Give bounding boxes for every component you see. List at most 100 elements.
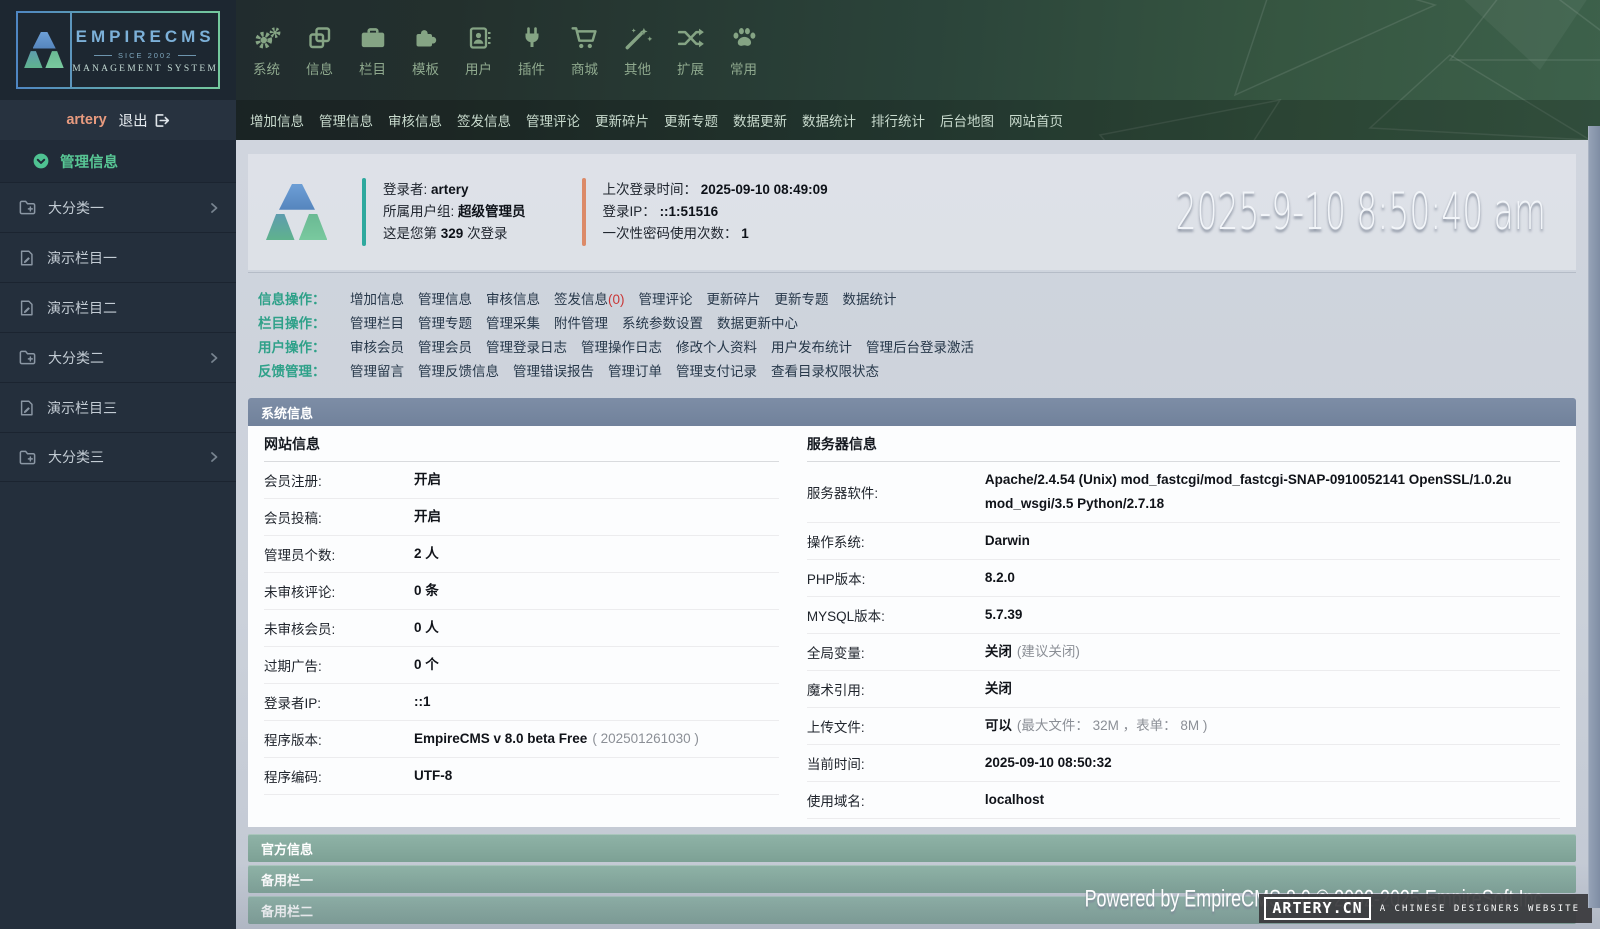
op-link[interactable]: 管理专题 — [418, 312, 472, 332]
nav-item-mall[interactable]: 商城 — [558, 25, 611, 78]
op-link[interactable]: 数据统计 — [843, 288, 897, 308]
sidebar-item-category-3[interactable]: 大分类三 — [0, 432, 236, 482]
subnav-item-site-home[interactable]: 网站首页 — [1009, 110, 1063, 130]
panel-separator — [248, 272, 1576, 273]
table-row: 会员注册:开启 — [264, 462, 779, 499]
op-link[interactable]: 增加信息 — [350, 288, 404, 308]
cart-icon — [570, 25, 600, 51]
system-info-header: 系统信息 — [248, 398, 1576, 426]
table-row: 魔术引用:关闭 — [807, 671, 1560, 708]
sidebar: 管理信息 大分类一 演示栏目一 演示栏目二 大分类二 演示栏目三 大分类三 — [0, 140, 236, 929]
system-info-panel: 网站信息 会员注册:开启 会员投稿:开启 管理员个数:2 人 未审核评论:0 条… — [248, 426, 1576, 827]
nav-item-column[interactable]: 栏目 — [346, 25, 399, 78]
logout-button[interactable]: 退出 — [119, 110, 170, 131]
op-link[interactable]: 审核会员 — [350, 336, 404, 356]
sidebar-item-label: 大分类二 — [48, 348, 104, 368]
subnav-item-review-info[interactable]: 审核信息 — [388, 110, 442, 130]
sidebar-item-category-2[interactable]: 大分类二 — [0, 332, 236, 382]
op-link[interactable]: 修改个人资料 — [676, 336, 757, 356]
logo-triangle-left — [24, 51, 42, 68]
sidebar-item-demo-column-1[interactable]: 演示栏目一 — [0, 232, 236, 282]
clock: 2025-9-10 8:50:40 am — [1176, 182, 1546, 241]
op-link[interactable]: 审核信息 — [486, 288, 540, 308]
nav-item-extend[interactable]: 扩展 — [664, 25, 717, 78]
brand-title: EMPIRECMS — [76, 27, 215, 47]
folder-plus-icon — [18, 348, 37, 367]
subnav-item-data-update[interactable]: 数据更新 — [733, 110, 787, 130]
op-link[interactable]: 更新碎片 — [707, 288, 761, 308]
sidebar-item-demo-column-2[interactable]: 演示栏目二 — [0, 282, 236, 332]
op-link[interactable]: 签发信息(0) — [554, 288, 625, 308]
op-link[interactable]: 附件管理 — [554, 312, 608, 332]
sidebar-section-label: 管理信息 — [60, 151, 118, 172]
file-edit-icon — [18, 249, 36, 267]
op-link[interactable]: 管理错误报告 — [513, 360, 594, 380]
op-link[interactable]: 管理会员 — [418, 336, 472, 356]
op-row-column: 栏目操作： 管理栏目 管理专题 管理采集 附件管理 系统参数设置 数据更新中心 — [258, 310, 1576, 334]
op-link[interactable]: 更新专题 — [775, 288, 829, 308]
op-row-label: 用户操作： — [258, 336, 336, 356]
sidebar-item-category-1[interactable]: 大分类一 — [0, 182, 236, 232]
nav-item-system[interactable]: 系统 — [240, 25, 293, 78]
subnav-item-update-fragments[interactable]: 更新碎片 — [595, 110, 649, 130]
login-session-info: 上次登录时间： 2025-09-10 08:49:09 登录IP： ::1:51… — [603, 179, 828, 245]
website-info-title: 网站信息 — [264, 426, 779, 462]
op-link[interactable]: 查看目录权限状态 — [771, 360, 879, 380]
table-row: 全局变量:关闭(建议关闭) — [807, 634, 1560, 671]
login-info-panel: 登录者: artery 所属用户组: 超级管理员 这是您第 329 次登录 上次… — [248, 154, 1576, 270]
op-link[interactable]: 管理评论 — [639, 288, 693, 308]
table-row: PHP版本:8.2.0 — [807, 560, 1560, 597]
nav-item-label: 插件 — [518, 58, 545, 78]
subnav-item-backend-map[interactable]: 后台地图 — [940, 110, 994, 130]
nav-item-info[interactable]: 信息 — [293, 25, 346, 78]
table-row: 当前时间:2025-09-10 08:50:32 — [807, 745, 1560, 782]
login-ip-line: 登录IP： ::1:51516 — [603, 201, 828, 223]
op-link[interactable]: 用户发布统计 — [771, 336, 852, 356]
op-link[interactable]: 管理操作日志 — [581, 336, 662, 356]
brand-since: SICE 2002 — [94, 51, 196, 60]
website-info-table: 网站信息 会员注册:开启 会员投稿:开启 管理员个数:2 人 未审核评论:0 条… — [250, 426, 793, 819]
nav-item-label: 模板 — [412, 58, 439, 78]
op-link[interactable]: 数据更新中心 — [717, 312, 798, 332]
nav-item-label: 系统 — [253, 58, 280, 78]
logo-mark — [18, 13, 72, 87]
op-link[interactable]: 管理支付记录 — [676, 360, 757, 380]
subnav-item-sign-info[interactable]: 签发信息 — [457, 110, 511, 130]
sub-nav: 增加信息 管理信息 审核信息 签发信息 管理评论 更新碎片 更新专题 数据更新 … — [236, 100, 1600, 140]
op-row-label: 栏目操作： — [258, 312, 336, 332]
subnav-item-update-topics[interactable]: 更新专题 — [664, 110, 718, 130]
subnav-item-manage-info[interactable]: 管理信息 — [319, 110, 373, 130]
op-link[interactable]: 管理登录日志 — [486, 336, 567, 356]
otp-line: 一次性密码使用次数： 1 — [603, 223, 828, 245]
nav-item-common[interactable]: 常用 — [717, 25, 770, 78]
nav-item-other[interactable]: 其他 — [611, 25, 664, 78]
sidebar-item-label: 演示栏目二 — [47, 298, 117, 318]
subnav-item-data-stats[interactable]: 数据统计 — [802, 110, 856, 130]
briefcase-icon — [358, 25, 388, 51]
op-link[interactable]: 管理留言 — [350, 360, 404, 380]
op-link[interactable]: 管理订单 — [608, 360, 662, 380]
nav-item-label: 其他 — [624, 58, 651, 78]
sidebar-item-demo-column-3[interactable]: 演示栏目三 — [0, 382, 236, 432]
subnav-item-ranking-stats[interactable]: 排行统计 — [871, 110, 925, 130]
empirecms-logo — [266, 184, 328, 240]
nav-item-label: 扩展 — [677, 58, 704, 78]
op-link[interactable]: 系统参数设置 — [622, 312, 703, 332]
nav-item-user[interactable]: 用户 — [452, 25, 505, 78]
nav-item-label: 常用 — [730, 58, 757, 78]
scrollbar-thumb[interactable] — [1588, 126, 1600, 908]
nav-item-plugin[interactable]: 插件 — [505, 25, 558, 78]
op-link[interactable]: 管理信息 — [418, 288, 472, 308]
folder-plus-icon — [18, 448, 37, 467]
subnav-item-add-info[interactable]: 增加信息 — [250, 110, 304, 130]
sidebar-section-manage-info[interactable]: 管理信息 — [0, 140, 236, 182]
op-link[interactable]: 管理采集 — [486, 312, 540, 332]
op-link[interactable]: 管理栏目 — [350, 312, 404, 332]
panel-bar-official-info[interactable]: 官方信息 — [248, 834, 1576, 862]
table-row: 程序编码:UTF-8 — [264, 758, 779, 795]
nav-item-template[interactable]: 模板 — [399, 25, 452, 78]
brand-subtitle: MANAGEMENT SYSTEM — [72, 64, 218, 74]
subnav-item-manage-comments[interactable]: 管理评论 — [526, 110, 580, 130]
op-link[interactable]: 管理反馈信息 — [418, 360, 499, 380]
op-link[interactable]: 管理后台登录激活 — [866, 336, 974, 356]
